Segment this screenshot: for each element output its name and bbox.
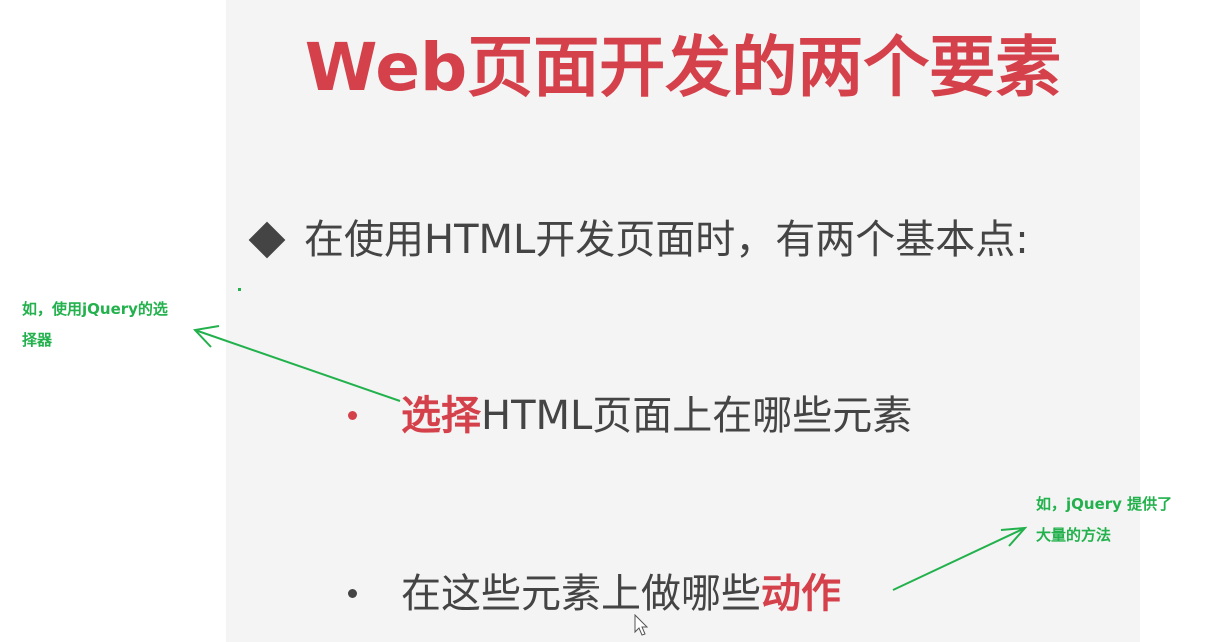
cursor-icon: [634, 614, 649, 636]
arrow-icon: [192, 325, 401, 402]
arrow-icon: [892, 526, 1028, 591]
annotation-arrows: [192, 325, 1028, 591]
